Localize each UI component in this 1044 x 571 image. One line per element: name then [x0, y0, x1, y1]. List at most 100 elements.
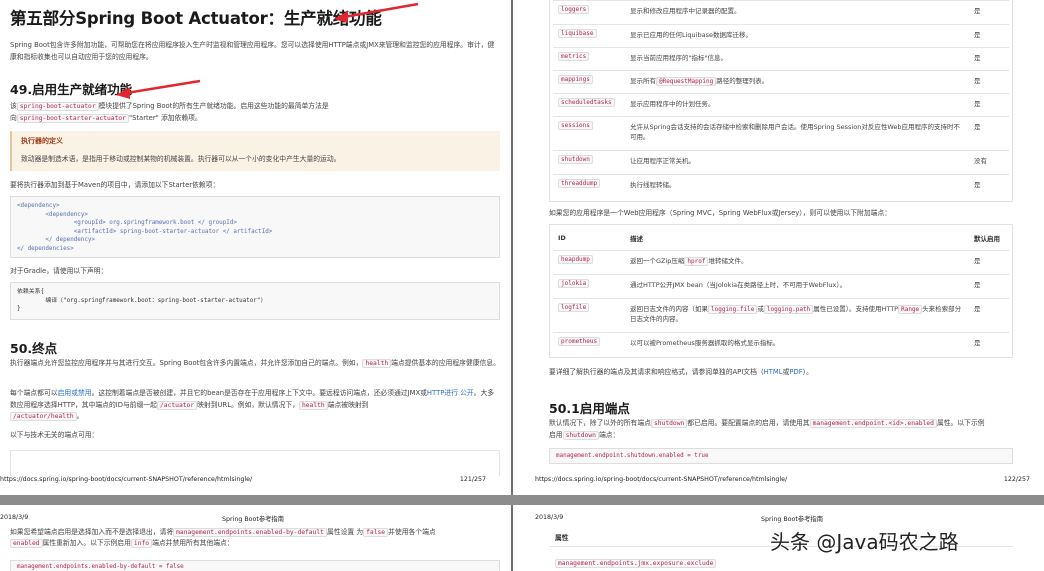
section-title: 50.终点 — [10, 341, 58, 356]
html-docs-link[interactable]: HTML — [764, 368, 783, 376]
inline-code: shutdown — [562, 430, 599, 440]
text-span: 属性。以下示例 — [936, 419, 985, 427]
endpoint-id: prometheus — [558, 336, 601, 346]
table-header-row: ID 描述 默认启用 — [553, 226, 1009, 250]
intro-paragraph: Spring Boot包含许多附加功能，可帮助您在将应用程序投入生产时监视和管理… — [10, 41, 495, 61]
text-span: 如果您希望端点启用是选择加入而不是选择退出，请将 — [10, 528, 174, 536]
text-span: 该 — [10, 102, 17, 110]
endpoint-enabled: 是 — [969, 116, 1009, 151]
table-row: loggers 显示和修改应用程序中记录器的配置。 是 — [553, 0, 1009, 25]
gradle-code-block: 依赖关系{ 编译（"org.springframework.boot：sprin… — [10, 282, 500, 320]
column-header-desc: 描述 — [630, 234, 643, 243]
endpoint-desc: 显示当前应用程序的"指标"信息。 — [625, 47, 969, 71]
code-line: management.endpoints.enabled-by-default … — [17, 564, 184, 570]
inline-code: health — [362, 359, 392, 368]
text-span: 。 — [76, 412, 84, 420]
text-span: 或 — [757, 304, 764, 313]
inline-code: logging.path — [763, 304, 814, 314]
endpoint-id: threaddump — [558, 179, 601, 188]
code-line: management.endpoint.shutdown.enabled = t… — [556, 453, 709, 459]
footer-url[interactable]: https://docs.spring.io/spring-boot/docs/… — [535, 476, 787, 483]
text-span: "Starter" 添加依赖项。 — [128, 113, 202, 122]
enable-disable-link[interactable]: 启用或禁用 — [58, 389, 92, 397]
endpoint-enabled: 是 — [969, 47, 1009, 71]
text-span: 属性重新加入。以下示例启用 — [42, 539, 131, 547]
subsection-title: 50.1启用端点 — [549, 401, 630, 416]
endpoint-id: mappings — [558, 75, 593, 84]
maven-text: 要将执行器添加到基于Maven的项目中，请添加以下Starter依赖项： — [10, 181, 220, 189]
opt-in-paragraph: 如果您希望端点启用是选择加入而不是选择退出，请将 management.endpo… — [10, 527, 500, 549]
inline-code: spring-boot-actuator — [16, 102, 99, 111]
table-row: mappings 显示所有 @RequestMapping 路径的整理列表。 是 — [553, 70, 1009, 94]
endpoint-desc: 让应用程序正常关机。 — [625, 150, 969, 175]
inline-code: enabled — [10, 539, 43, 548]
inline-code: @RequestMapping — [656, 77, 717, 86]
document-page-123: 2018/3/9 Spring Boot参考指南 如果您希望端点启用是选择加入而… — [0, 505, 511, 571]
text-span: 返回日志文件的内容（如果 — [630, 304, 708, 313]
table-row: jolokia 通过HTTP公开JMX bean（当Jolokia在类路径上时，… — [553, 273, 1009, 298]
text-span: 路径的整理列表。 — [716, 77, 769, 85]
endpoint-desc: 显示所有 @RequestMapping 路径的整理列表。 — [625, 70, 969, 94]
inline-code: info — [130, 539, 153, 548]
inline-code: management.endpoint.<id>.enabled — [809, 419, 937, 428]
text-span: 端点： — [598, 430, 620, 439]
chapter-paragraph: 该 spring-boot-actuator 模块提供了Spring Boot的所有… — [10, 101, 500, 124]
footer-url[interactable]: https://docs.spring.io/spring-boot/docs/… — [0, 476, 252, 483]
footer-page-number: 122/257 — [1003, 476, 1030, 483]
inline-code: logging.file — [708, 304, 758, 314]
endpoint-id: metrics — [558, 52, 590, 61]
page-date: 2018/3/9 — [0, 514, 29, 521]
code-line: } — [17, 306, 21, 312]
text-span: 端点提供基本的应用程序健康信息。 — [391, 359, 500, 367]
endpoint-enabled: 是 — [969, 93, 1009, 117]
endpoint-enabled: 是 — [969, 273, 1009, 298]
code-line: 编译（"org.springframework.boot：spring-boot… — [17, 297, 267, 304]
opt-in-code-block: management.endpoints.enabled-by-default … — [10, 560, 500, 571]
code-line: <artifactId> spring-boot-starter-actuato… — [17, 228, 273, 235]
endpoint-desc: 允许从Spring会话支持的会话存储中检索和删除用户会话。使用Spring Se… — [625, 116, 969, 151]
property-header: 属性 — [555, 534, 569, 542]
table-row: sessions 允许从Spring会话支持的会话存储中检索和删除用户会话。使用… — [553, 116, 1009, 151]
text-span: 每个端点都可以 — [10, 389, 58, 397]
sidebar-text: 致动器是制造术语，是指用于移动或控制某物的机械装置。执行器可以从一个小的变化中产… — [21, 155, 341, 163]
page-date: 2018/3/9 — [535, 514, 564, 521]
endpoints-table-2-grid: ID 描述 默认启用 heapdump 返回一个GZip压缩 hprof 堆转储文件… — [553, 226, 1009, 356]
api-docs-text: 要详细了解执行器的端点及其请求和响应格式，请参阅单独的API文档（HTML或PD… — [549, 367, 813, 379]
footer-page-number: 121/257 — [459, 476, 486, 483]
inline-code: /actuator/health — [10, 412, 77, 421]
endpoint-desc: 显示已应用的任何Liquibase数据库迁移。 — [625, 24, 969, 48]
inline-code: management.endpoints.jmx.exposure.exclud… — [555, 559, 717, 568]
endpoint-id: heapdump — [558, 254, 593, 264]
text-span: ）。 — [802, 368, 813, 376]
endpoint-id: loggers — [558, 5, 590, 14]
web-endpoints-text: 如果您的应用程序是一个Web应用程序（Spring MVC，Spring Web… — [549, 209, 892, 217]
endpoint-id: shutdown — [558, 155, 593, 164]
endpoint-id: logfile — [558, 302, 590, 312]
code-line: <dependency> — [17, 211, 88, 218]
page-gap — [0, 495, 1044, 505]
text-span: 向 — [10, 113, 17, 122]
endpoint-id: liquibase — [558, 29, 597, 38]
inline-code: false — [363, 528, 389, 537]
endpoint-enabled: 是 — [969, 70, 1009, 94]
text-span: 属性已设置）。支持使用HTTP — [813, 304, 899, 313]
code-line: </ dependency> — [17, 237, 96, 243]
endpoint-enabled: 是 — [969, 0, 1009, 25]
page-header: Spring Boot参考指南 — [222, 516, 285, 523]
table-placeholder — [10, 450, 500, 476]
shutdown-code-block: management.endpoint.shutdown.enabled = t… — [549, 448, 1013, 464]
pdf-docs-link[interactable]: PDF — [789, 368, 802, 376]
text-span: 模块提供了Spring Boot的所有生产就绪功能。启用这些功能的最简单方法是 — [98, 102, 329, 110]
endpoint-enabled: 是 — [969, 174, 1009, 199]
inline-code: health — [298, 400, 328, 410]
text-span: 返回一个GZip压缩 — [630, 256, 685, 265]
document-page-122: loggers 显示和修改应用程序中记录器的配置。 是 liquibase 显示… — [513, 0, 1044, 495]
endpoint-id: jolokia — [558, 278, 590, 288]
text-span: 执行器端点允许您监控应用程序并与其进行交互。Spring Boot包含许多内置端… — [10, 359, 363, 367]
text-span: 都已启用。要配置端点的启用，请使用其 — [687, 419, 810, 427]
sidebar-title: 执行器的定义 — [21, 137, 63, 145]
endpoint-desc: 以可以被Prometheus服务器抓取的格式显示指标。 — [625, 331, 969, 356]
http-expose-link[interactable]: HTTP进行 公开 — [427, 389, 474, 397]
page-header: Spring Boot参考指南 — [761, 516, 824, 523]
document-page-121: 第五部分Spring Boot Actuator：生产就绪功能 Spring B… — [0, 0, 511, 495]
